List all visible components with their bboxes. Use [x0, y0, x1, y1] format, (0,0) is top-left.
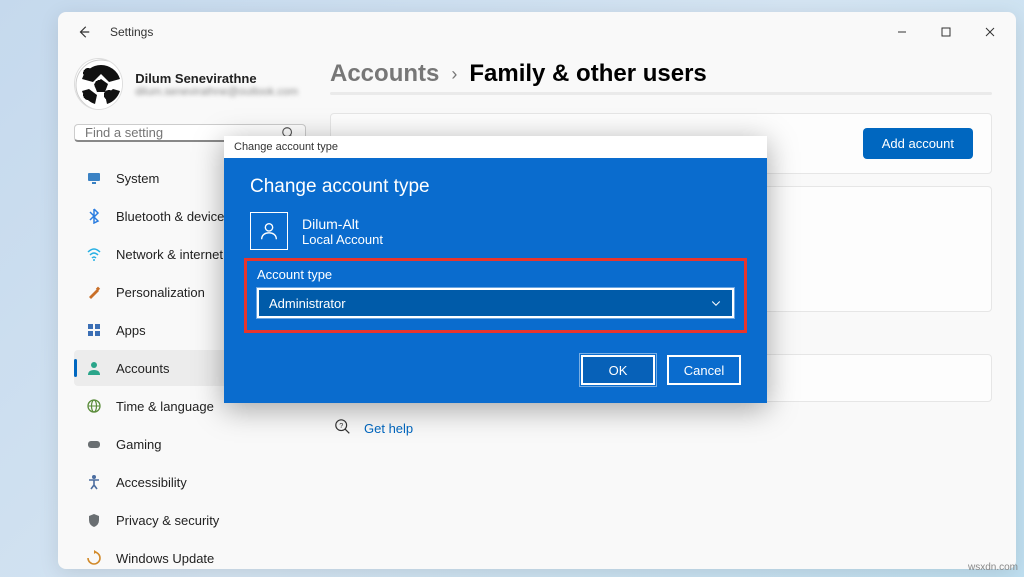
back-button[interactable]	[74, 22, 94, 42]
chevron-down-icon	[710, 297, 722, 309]
sidebar-item-accessibility[interactable]: Accessibility	[74, 464, 306, 500]
chevron-right-icon: ›	[451, 64, 457, 85]
dialog-titlebar: Change account type	[224, 136, 767, 158]
highlight-annotation: Account type Administrator	[244, 258, 747, 333]
sidebar-item-label: Windows Update	[116, 551, 214, 566]
watermark: wsxdn.com	[968, 562, 1018, 573]
breadcrumb-root[interactable]: Accounts	[330, 60, 439, 88]
ok-button[interactable]: OK	[581, 355, 655, 385]
sidebar-item-label: Bluetooth & devices	[116, 209, 231, 224]
page-title: Family & other users	[469, 60, 706, 88]
update-icon	[86, 550, 102, 566]
shield-icon	[86, 512, 102, 528]
user-email: dilum.senevirathne@outlook.com	[135, 86, 298, 98]
get-help-label: Get help	[364, 421, 413, 436]
sidebar-item-label: System	[116, 171, 159, 186]
breadcrumb: Accounts › Family & other users	[330, 60, 992, 88]
svg-text:?: ?	[339, 421, 343, 430]
help-icon: ?	[334, 418, 352, 439]
sidebar-item-label: Apps	[116, 323, 146, 338]
sidebar-item-label: Privacy & security	[116, 513, 219, 528]
maximize-button[interactable]	[924, 16, 968, 48]
account-type-dropdown[interactable]: Administrator	[257, 288, 734, 318]
apps-icon	[86, 322, 102, 338]
app-title: Settings	[110, 25, 153, 39]
close-button[interactable]	[968, 16, 1012, 48]
get-help-link[interactable]: ? Get help	[330, 418, 992, 439]
monitor-icon	[86, 170, 102, 186]
gamepad-icon	[86, 436, 102, 452]
globe-icon	[86, 398, 102, 414]
avatar	[74, 58, 123, 110]
add-account-button[interactable]: Add account	[863, 128, 973, 159]
dialog-heading: Change account type	[250, 176, 741, 198]
dialog-account-name: Dilum-Alt	[302, 216, 383, 232]
person-icon	[86, 360, 102, 376]
sidebar-item-label: Network & internet	[116, 247, 223, 262]
titlebar: Settings	[58, 12, 1016, 52]
sidebar-item-privacy-security[interactable]: Privacy & security	[74, 502, 306, 538]
sidebar-item-label: Time & language	[116, 399, 214, 414]
brush-icon	[86, 284, 102, 300]
sidebar-item-label: Accounts	[116, 361, 169, 376]
user-block[interactable]: Dilum Senevirathne dilum.senevirathne@ou…	[74, 52, 306, 124]
bluetooth-icon	[86, 208, 102, 224]
person-icon	[250, 212, 288, 250]
sidebar-item-windows-update[interactable]: Windows Update	[74, 540, 306, 569]
divider	[330, 92, 992, 95]
account-type-label: Account type	[257, 267, 734, 282]
sidebar-item-label: Accessibility	[116, 475, 187, 490]
dialog-account-kind: Local Account	[302, 232, 383, 247]
cancel-button[interactable]: Cancel	[667, 355, 741, 385]
dialog-account-row: Dilum-Alt Local Account	[250, 212, 741, 250]
sidebar-item-label: Personalization	[116, 285, 205, 300]
sidebar-item-label: Gaming	[116, 437, 162, 452]
accessibility-icon	[86, 474, 102, 490]
change-account-type-dialog: Change account type Change account type …	[224, 136, 767, 403]
sidebar-item-gaming[interactable]: Gaming	[74, 426, 306, 462]
minimize-button[interactable]	[880, 16, 924, 48]
user-name: Dilum Senevirathne	[135, 71, 298, 86]
wifi-icon	[86, 246, 102, 262]
dropdown-value: Administrator	[269, 296, 346, 311]
